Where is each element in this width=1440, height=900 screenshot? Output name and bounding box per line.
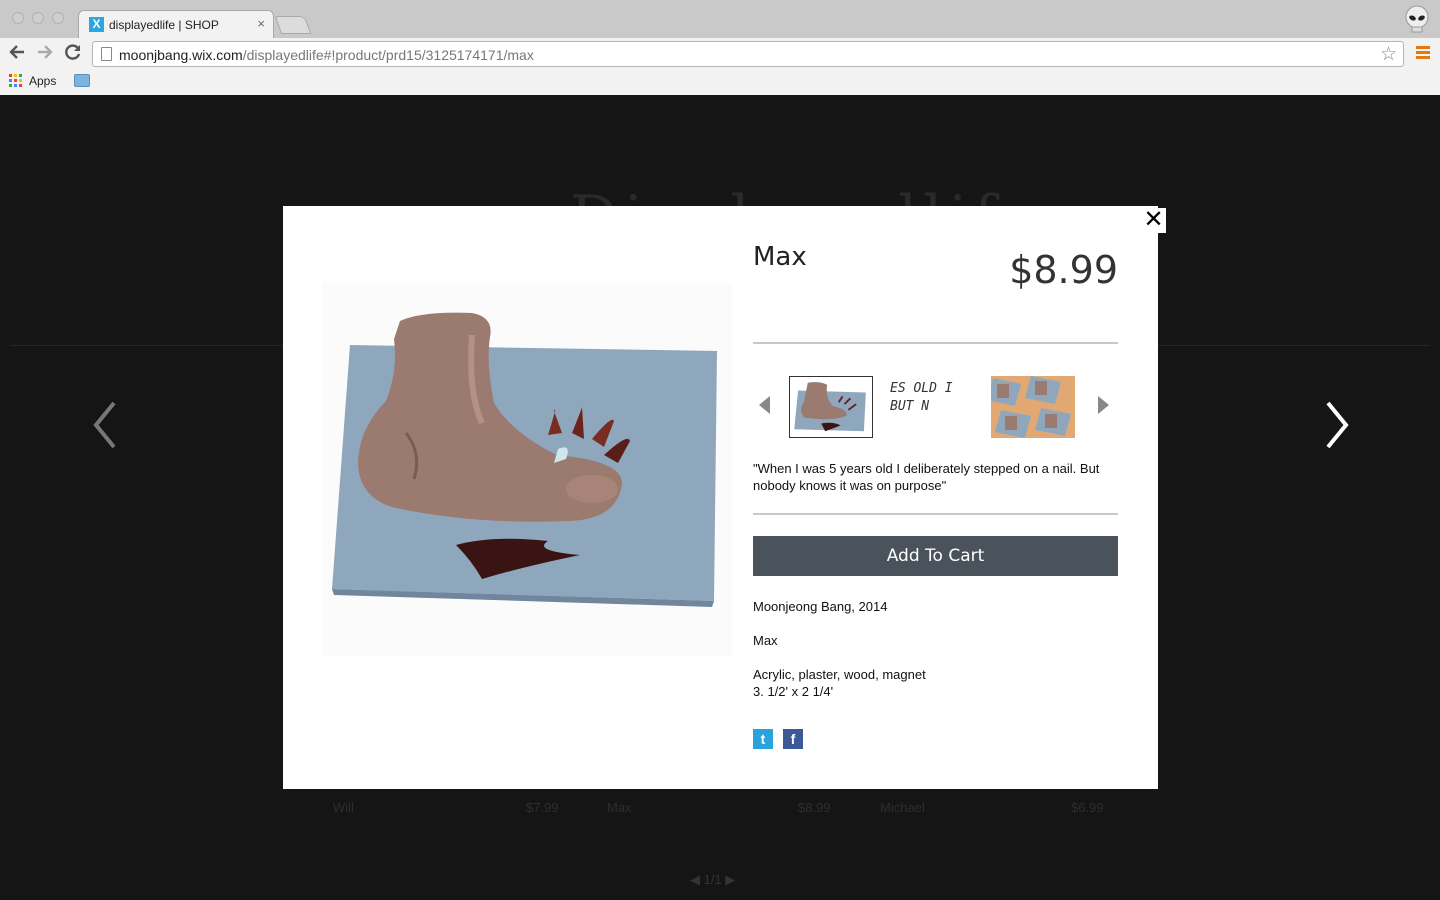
browser-chrome: X displayedlife | SHOP × moonjbang.wix.c… bbox=[0, 0, 1440, 95]
facebook-share-icon[interactable]: f bbox=[783, 729, 803, 749]
divider bbox=[753, 513, 1118, 515]
star-icon[interactable]: ☆ bbox=[1380, 43, 1397, 66]
bookmarks-bar: Apps bbox=[0, 70, 1440, 95]
twitter-share-icon[interactable]: t bbox=[753, 729, 773, 749]
grid-item-name[interactable]: Michael bbox=[880, 800, 925, 815]
tab-title: displayedlife | SHOP bbox=[109, 18, 219, 32]
page-icon bbox=[101, 47, 112, 61]
tab-close-icon[interactable]: × bbox=[257, 16, 265, 31]
wix-favicon-icon: X bbox=[89, 17, 104, 32]
dimensions-line: 3. 1/2' x 2 1/4' bbox=[753, 684, 834, 699]
back-icon[interactable] bbox=[5, 42, 29, 66]
artwork-title-line: Max bbox=[753, 633, 778, 648]
artist-line: Moonjeong Bang, 2014 bbox=[753, 599, 888, 614]
next-product-icon[interactable] bbox=[1316, 395, 1356, 455]
minimize-window-icon[interactable] bbox=[32, 12, 44, 24]
grid-item-price: $7.99 bbox=[526, 800, 559, 815]
previous-product-icon[interactable] bbox=[86, 395, 126, 455]
product-image[interactable] bbox=[322, 283, 732, 656]
product-modal: ✕ Max $8.99 ES OLD I BUT N "When I was 5… bbox=[283, 206, 1166, 789]
new-tab-button[interactable] bbox=[274, 16, 312, 34]
thumbnail-1[interactable] bbox=[789, 376, 873, 438]
browser-toolbar: moonjbang.wix.com/displayedlife#!product… bbox=[0, 38, 1440, 70]
folder-icon[interactable] bbox=[74, 74, 90, 87]
pagination[interactable]: ◀ 1/1 ▶ bbox=[690, 872, 735, 888]
add-to-cart-button[interactable]: Add To Cart bbox=[753, 536, 1118, 576]
grid-item-price: $8.99 bbox=[798, 800, 831, 815]
grid-item-price: $6.99 bbox=[1071, 800, 1104, 815]
maximize-window-icon[interactable] bbox=[52, 12, 64, 24]
address-bar[interactable]: moonjbang.wix.com/displayedlife#!product… bbox=[92, 41, 1404, 67]
close-window-icon[interactable] bbox=[12, 12, 24, 24]
materials-line: Acrylic, plaster, wood, magnet bbox=[753, 667, 926, 682]
divider bbox=[753, 342, 1118, 344]
tab-strip: X displayedlife | SHOP × bbox=[0, 0, 1440, 38]
product-quote: "When I was 5 years old I deliberately s… bbox=[753, 461, 1100, 493]
browser-tab[interactable]: X displayedlife | SHOP × bbox=[78, 10, 274, 38]
thumbnail-3[interactable] bbox=[991, 376, 1075, 438]
product-price: $8.99 bbox=[1009, 248, 1118, 292]
apps-icon[interactable] bbox=[9, 74, 22, 87]
product-title: Max bbox=[753, 242, 807, 272]
close-icon[interactable]: ✕ bbox=[1141, 208, 1166, 233]
grid-item-name[interactable]: Will bbox=[333, 800, 354, 815]
menu-icon[interactable] bbox=[1416, 46, 1430, 60]
thumbnail-2[interactable]: ES OLD I BUT N bbox=[890, 376, 974, 438]
url-text[interactable]: moonjbang.wix.com/displayedlife#!product… bbox=[119, 47, 534, 63]
forward-icon[interactable] bbox=[33, 42, 57, 66]
apps-bookmark[interactable]: Apps bbox=[29, 74, 56, 88]
thumbnail-prev-icon[interactable] bbox=[759, 396, 770, 414]
grid-item-name[interactable]: Max bbox=[607, 800, 632, 815]
alien-icon[interactable] bbox=[1404, 5, 1430, 33]
thumbnail-next-icon[interactable] bbox=[1098, 396, 1109, 414]
reload-icon[interactable] bbox=[61, 42, 85, 66]
